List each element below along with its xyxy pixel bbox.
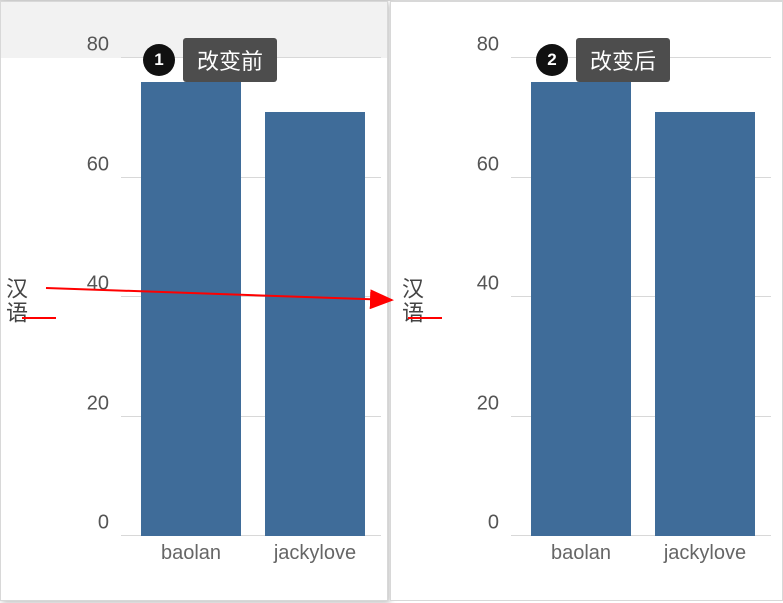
badge-number-icon: 1 [143,44,175,76]
y-tick: 80 [477,34,499,57]
annotation-badge-after: 2 改变后 [536,38,670,82]
y-tick: 20 [87,392,109,415]
x-label: jackylove [265,542,365,565]
chart-panel-before: 汉语 0 20 40 60 80 baolan jackylove [0,1,388,601]
y-tick: 0 [488,512,499,535]
chart-area-right: 汉语 0 20 40 60 80 baolan jackylove [391,2,782,600]
bar-jackylove [655,112,755,536]
y-tick: 40 [477,273,499,296]
x-label: baolan [141,542,241,565]
bars [121,58,381,536]
red-underline-mark [408,317,442,319]
y-tick: 40 [87,273,109,296]
chart-comparison-container: 汉语 0 20 40 60 80 baolan jackylove [0,0,783,603]
y-tick: 60 [87,153,109,176]
y-tick: 60 [477,153,499,176]
y-tick: 80 [87,34,109,57]
bar-baolan [531,82,631,536]
badge-label: 改变后 [576,38,670,82]
y-tick: 0 [98,512,109,535]
bar-jackylove [265,112,365,536]
y-tick: 20 [477,392,499,415]
plot-left: 0 20 40 60 80 [121,58,381,536]
x-labels: baolan jackylove [121,542,381,565]
chart-panel-after: 汉语 0 20 40 60 80 baolan jackylove [390,1,783,601]
x-label: baolan [531,542,631,565]
plot-right: 0 20 40 60 80 [511,58,771,536]
bars [511,58,771,536]
x-label: jackylove [655,542,755,565]
bar-baolan [141,82,241,536]
x-labels: baolan jackylove [511,542,771,565]
chart-area-left: 汉语 0 20 40 60 80 baolan jackylove [1,2,387,600]
red-underline-mark [22,317,56,319]
badge-number-icon: 2 [536,44,568,76]
annotation-badge-before: 1 改变前 [143,38,277,82]
badge-label: 改变前 [183,38,277,82]
